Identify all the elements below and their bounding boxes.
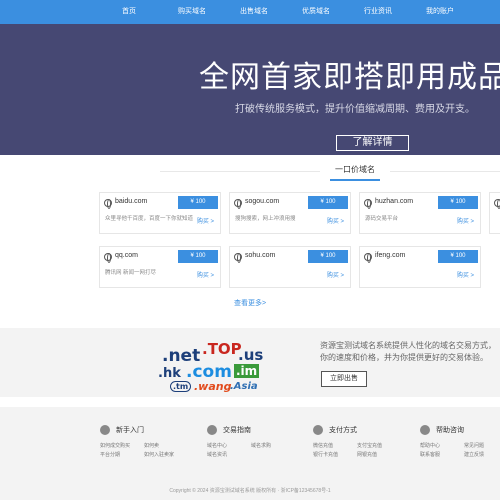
domain-description: 腾讯网 新闻一网打尽 (105, 270, 157, 276)
footer-link[interactable]: 如何入驻卖家 (144, 451, 174, 458)
domain-card-partial[interactable] (489, 192, 500, 234)
section-underline (330, 179, 380, 181)
footer-link[interactable]: 微信充值 (313, 442, 333, 449)
globe-icon (494, 199, 500, 209)
globe-icon (234, 253, 242, 263)
shield-icon (420, 425, 430, 435)
domain-card[interactable]: huzhan.com ¥ 100 源码交易平台 购买 > (359, 192, 481, 234)
hero-subtitle: 打破传统服务模式，提升价值缩减周期、费用及开支。 (235, 104, 475, 115)
footer-column-title: 支付方式 (329, 427, 357, 434)
tld-im: .im (234, 364, 260, 378)
price-badge: ¥ 100 (178, 250, 218, 263)
domain-card[interactable]: ifeng.com ¥ 100 购买 > (359, 246, 481, 288)
tld-com: .com (186, 362, 232, 382)
footer-link[interactable]: 银行卡充值 (313, 451, 338, 458)
domain-name[interactable]: ifeng.com (375, 252, 405, 259)
person-icon (207, 425, 217, 435)
view-more-link[interactable]: 查看更多> (0, 298, 500, 308)
hero-banner: 全网首家即搭即用成品平 打破传统服务模式，提升价值缩减周期、费用及开支。 了解详… (0, 24, 500, 155)
globe-icon (234, 199, 242, 209)
nav-item-news[interactable]: 行业资讯 (364, 0, 392, 24)
nav-item-sell-domain[interactable]: 出售域名 (240, 0, 268, 24)
buy-link[interactable]: 购买 > (197, 216, 214, 225)
tld-asia: .Asia (230, 381, 258, 392)
footer-link[interactable]: 平台分期 (100, 451, 120, 458)
domain-description: 众里寻他千百度，百度一下你就知道 (105, 216, 194, 222)
payment-icon (313, 425, 323, 435)
domain-name[interactable]: qq.com (115, 252, 138, 259)
globe-icon (364, 199, 372, 209)
section-title: 一口价域名 (335, 165, 375, 174)
sell-now-button[interactable]: 立即出售 (321, 371, 367, 387)
tld-wang: .wang (194, 380, 232, 393)
footer-link[interactable]: 帮助中心 (420, 442, 440, 449)
domain-card[interactable]: baidu.com ¥ 100 众里寻他千百度，百度一下你就知道 购买 > (99, 192, 221, 234)
buy-link[interactable]: 购买 > (457, 270, 474, 279)
footer-link[interactable]: 域名求购 (251, 442, 271, 449)
domain-card[interactable]: qq.com ¥ 100 腾讯网 新闻一网打尽 购买 > (99, 246, 221, 288)
promo-text: 资源宝测试域名系统提供人性化的域名交易方式，你的速度和价格，并为你提供更好的交易… (320, 341, 496, 362)
footer-column-title: 帮助咨询 (436, 427, 464, 434)
buy-link[interactable]: 购买 > (327, 216, 344, 225)
top-nav: 首页 购买域名 出售域名 优质域名 行业资讯 我的账户 (0, 0, 500, 24)
nav-item-home[interactable]: 首页 (122, 0, 136, 24)
domain-card[interactable]: sogou.com ¥ 100 搜狗搜索，网上冲浪用搜 购买 > (229, 192, 351, 234)
promo-band: .net .TOP .us .hk .com .im .tm .wang .As… (0, 328, 500, 397)
copyright-text: Copyright © 2024 资源宝测试域名系统 版权所有 · 浙ICP备1… (169, 488, 331, 494)
footer-column-title: 交易指南 (223, 427, 251, 434)
price-badge: ¥ 100 (438, 196, 478, 209)
domain-description: 源码交易平台 (365, 216, 399, 222)
tld-top: .TOP (202, 340, 242, 358)
tld-tm: .tm (170, 381, 192, 392)
hero-title: 全网首家即搭即用成品平 (199, 60, 500, 95)
domain-name[interactable]: huzhan.com (375, 198, 413, 205)
tld-hk: .hk (158, 366, 181, 381)
footer-link[interactable]: 支付宝充值 (357, 442, 382, 449)
buy-link[interactable]: 购买 > (327, 270, 344, 279)
domain-name[interactable]: sogou.com (245, 198, 279, 205)
tld-us: .us (238, 346, 264, 364)
domain-description: 搜狗搜索，网上冲浪用搜 (235, 216, 296, 222)
price-badge: ¥ 100 (178, 196, 218, 209)
learn-more-button[interactable]: 了解详情 (336, 135, 409, 151)
footer-link[interactable]: 如何成交购买 (100, 442, 130, 449)
nav-item-buy-domain[interactable]: 购买域名 (178, 0, 206, 24)
footer-link[interactable]: 建立反馈 (464, 451, 484, 458)
footer-link[interactable]: 域名中心 (207, 442, 227, 449)
question-icon (100, 425, 110, 435)
footer-link[interactable]: 网银充值 (357, 451, 377, 458)
price-badge: ¥ 100 (308, 250, 348, 263)
domain-name[interactable]: baidu.com (115, 198, 147, 205)
footer-link[interactable]: 域名资讯 (207, 451, 227, 458)
globe-icon (364, 253, 372, 263)
globe-icon (104, 199, 112, 209)
buy-link[interactable]: 购买 > (457, 216, 474, 225)
footer-link[interactable]: 联系客服 (420, 451, 440, 458)
nav-item-my-account[interactable]: 我的账户 (426, 0, 454, 24)
domain-name[interactable]: sohu.com (245, 252, 275, 259)
footer-link[interactable]: 常见问题 (464, 442, 484, 449)
buy-link[interactable]: 购买 > (197, 270, 214, 279)
price-badge: ¥ 100 (308, 196, 348, 209)
nav-item-premium-domain[interactable]: 优质域名 (302, 0, 330, 24)
footer-link[interactable]: 如何卖 (144, 442, 159, 449)
globe-icon (104, 253, 112, 263)
tld-logo-graphic: .net .TOP .us .hk .com .im .tm .wang .As… (150, 336, 270, 393)
domain-card[interactable]: sohu.com ¥ 100 购买 > (229, 246, 351, 288)
price-badge: ¥ 100 (438, 250, 478, 263)
footer-column-title: 新手入门 (116, 427, 144, 434)
